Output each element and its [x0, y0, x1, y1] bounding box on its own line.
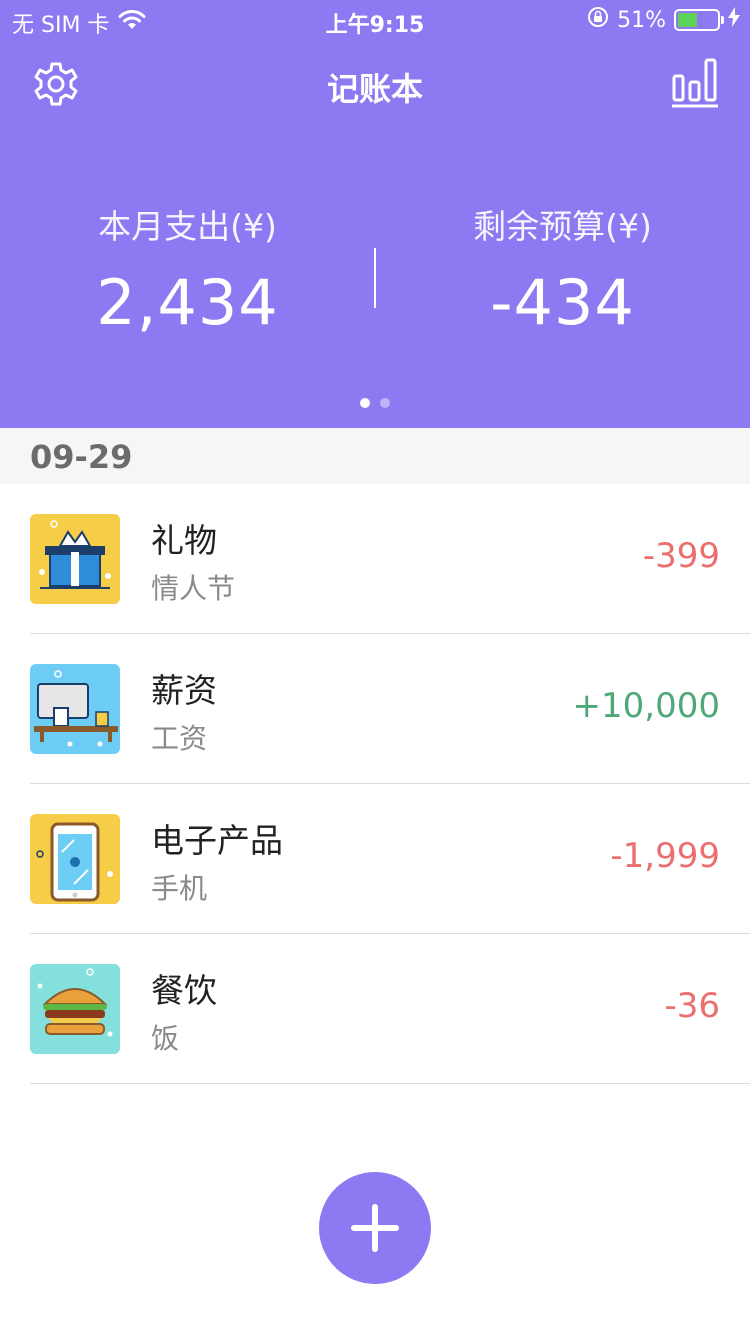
- record-category: 餐饮: [151, 971, 217, 1010]
- bar-chart-icon[interactable]: [670, 56, 720, 108]
- charging-bolt-icon: [728, 7, 740, 33]
- record-amount: -1,999: [610, 836, 720, 876]
- battery-percent: 51%: [617, 7, 666, 33]
- record-category: 薪资: [151, 671, 217, 710]
- date-header: 09-29: [0, 428, 750, 484]
- page-indicator[interactable]: [0, 398, 750, 408]
- record-category: 礼物: [151, 521, 217, 560]
- budget-label: 剩余预算(¥): [473, 207, 652, 246]
- nav-bar: 记账本: [0, 50, 750, 118]
- computer-desk-icon: [30, 664, 120, 754]
- record-note: 饭: [151, 1022, 180, 1055]
- expense-value: 2,434: [96, 266, 279, 339]
- battery-level: [678, 13, 698, 27]
- summary-panel[interactable]: 本月支出(¥) 2,434 剩余预算(¥) -434: [0, 200, 750, 360]
- record-amount: -36: [664, 986, 720, 1026]
- record-amount: +10,000: [572, 686, 720, 726]
- header: 无 SIM 卡 上午9:15 51% 记账本 本月支出(¥) 2,434 剩余预…: [0, 0, 750, 428]
- remaining-budget: 剩余预算(¥) -434: [375, 200, 750, 339]
- gift-icon: [30, 514, 120, 604]
- status-bar: 无 SIM 卡 上午9:15 51%: [0, 0, 750, 40]
- record-row[interactable]: 餐饮饭 -36: [0, 934, 750, 1084]
- date-label: 09-29: [30, 438, 133, 476]
- record-row[interactable]: 礼物情人节 -399: [0, 484, 750, 634]
- budget-value: -434: [490, 266, 635, 339]
- smartphone-icon: [30, 814, 120, 904]
- record-row[interactable]: 电子产品手机 -1,999: [0, 784, 750, 934]
- burger-icon: [30, 964, 120, 1054]
- row-divider: [30, 1083, 750, 1084]
- page-dot[interactable]: [360, 398, 370, 408]
- monthly-expense: 本月支出(¥) 2,434: [0, 200, 375, 339]
- record-note: 情人节: [151, 572, 236, 605]
- orientation-lock-icon: [587, 6, 609, 34]
- add-record-button[interactable]: [319, 1172, 431, 1284]
- expense-label: 本月支出(¥): [98, 207, 277, 246]
- record-amount: -399: [642, 536, 720, 576]
- battery-icon: [674, 9, 724, 31]
- record-list: 礼物情人节 -399 薪资工资 +10,000 电子产品手机 -1,999 餐饮饭 -3…: [0, 484, 750, 1084]
- record-note: 手机: [151, 872, 208, 905]
- record-category: 电子产品: [151, 821, 283, 860]
- record-note: 工资: [151, 722, 208, 755]
- page-title: 记账本: [326, 70, 423, 108]
- record-row[interactable]: 薪资工资 +10,000: [0, 634, 750, 784]
- page-dot[interactable]: [380, 398, 390, 408]
